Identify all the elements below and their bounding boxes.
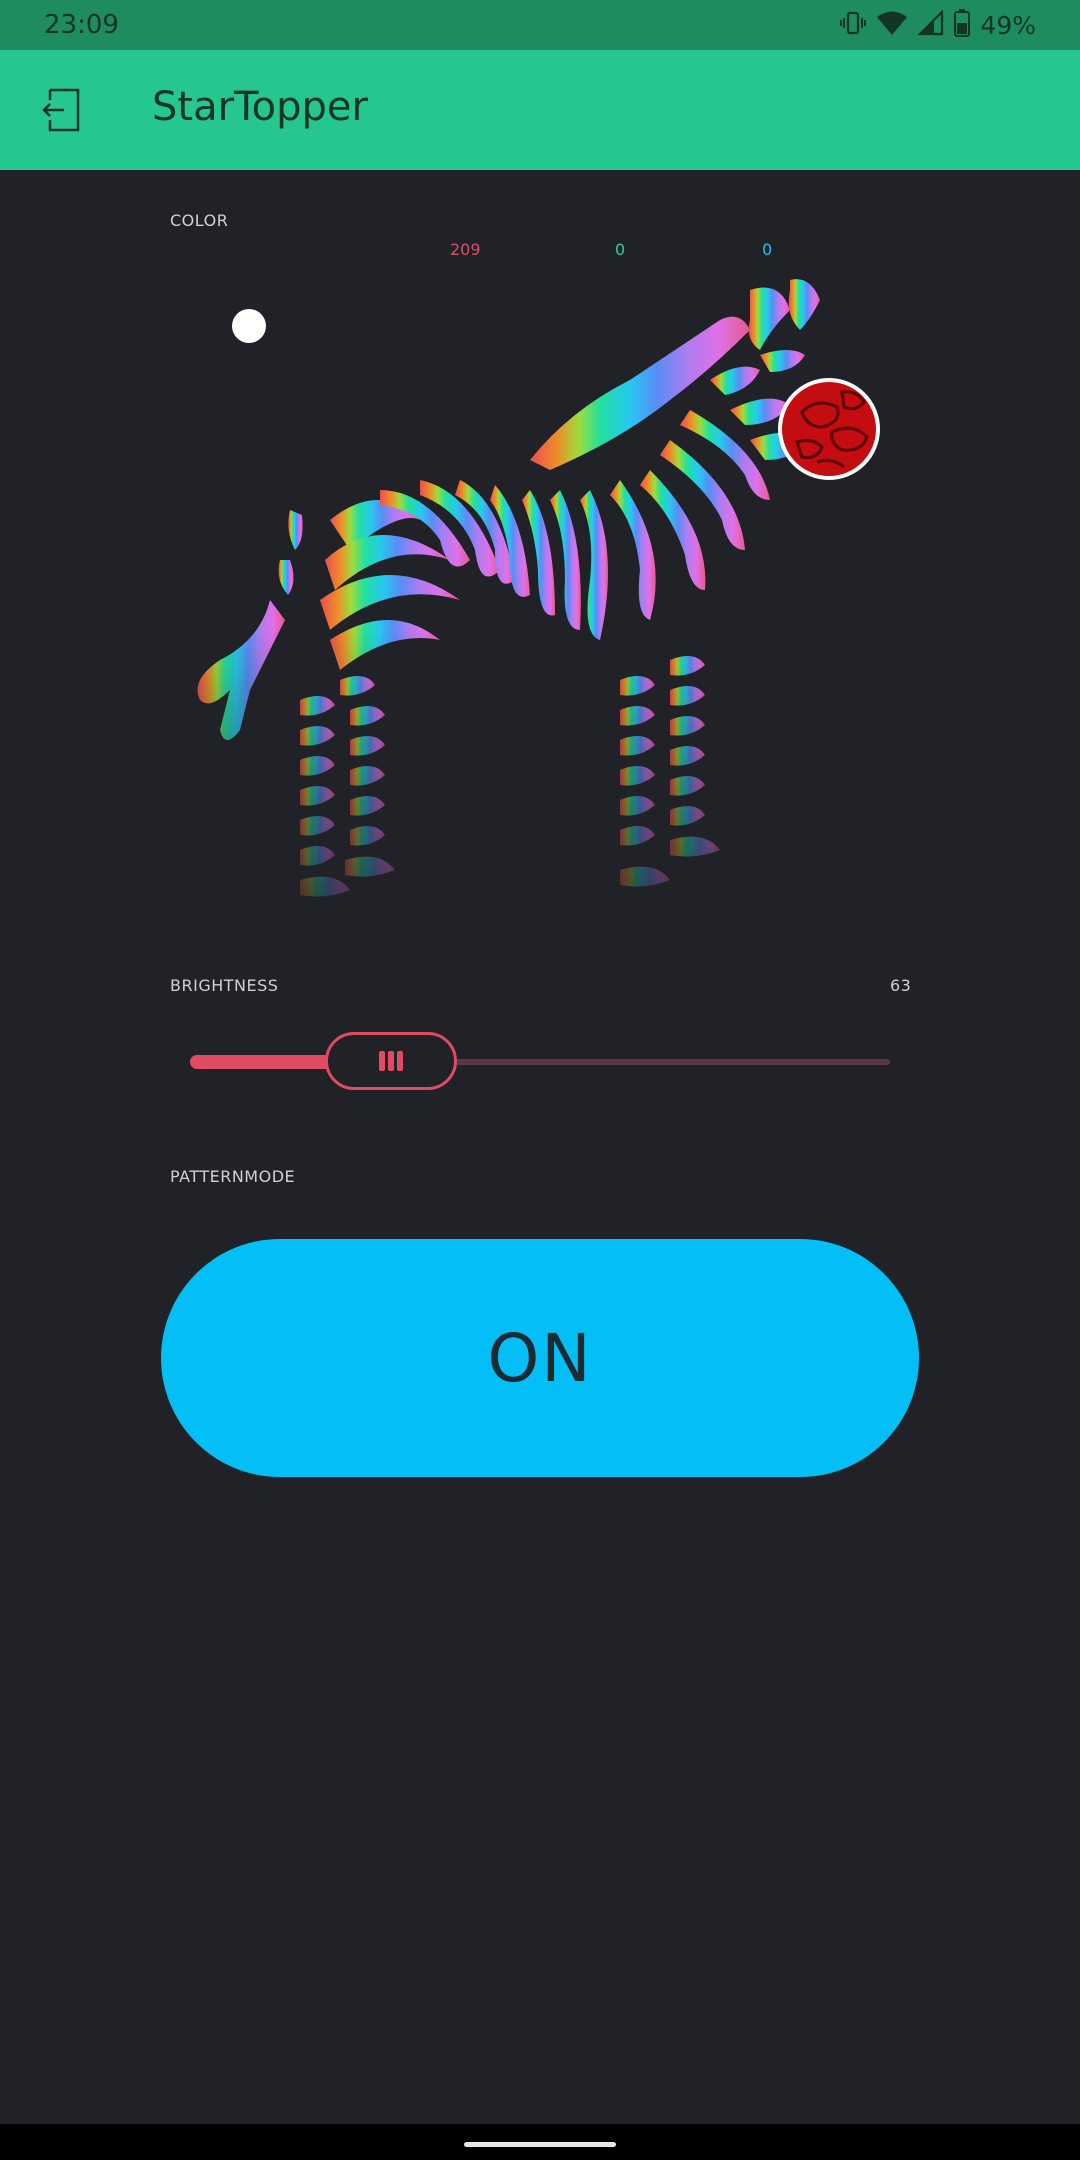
signal-icon [917, 9, 944, 40]
brightness-value: 63 [890, 976, 912, 995]
exit-icon[interactable] [34, 82, 90, 138]
vibrate-icon [840, 10, 867, 40]
battery-icon [954, 9, 971, 41]
color-picker-handle[interactable] [232, 309, 266, 343]
battery-percent: 49% [980, 10, 1036, 40]
color-g-value: 0 [615, 240, 626, 259]
grip-bar [397, 1051, 403, 1071]
patternmode-on-button[interactable]: ON [161, 1239, 919, 1477]
app-screen: 23:09 49% StarTopper COLOR 209 0 0 BRIGH… [0, 0, 1080, 2160]
wifi-icon [876, 10, 908, 40]
app-bar: StarTopper [0, 50, 1080, 170]
color-r-value: 209 [450, 240, 481, 259]
color-wheel-zebra[interactable] [150, 260, 910, 930]
grip-bar [379, 1051, 385, 1071]
status-time: 23:09 [44, 10, 119, 40]
status-icons: 49% [840, 8, 1036, 42]
grip-bar [388, 1051, 394, 1071]
brightness-slider-handle[interactable] [325, 1032, 457, 1090]
patternmode-label: PATTERNMODE [170, 1167, 296, 1186]
selected-color-swatch [778, 378, 880, 480]
color-label: COLOR [170, 211, 229, 230]
brightness-label: BRIGHTNESS [170, 976, 279, 995]
color-b-value: 0 [762, 240, 773, 259]
app-title: StarTopper [152, 84, 368, 130]
home-gesture-handle[interactable] [464, 2142, 616, 2147]
status-bar: 23:09 49% [0, 0, 1080, 50]
brightness-slider-fill [190, 1055, 335, 1069]
